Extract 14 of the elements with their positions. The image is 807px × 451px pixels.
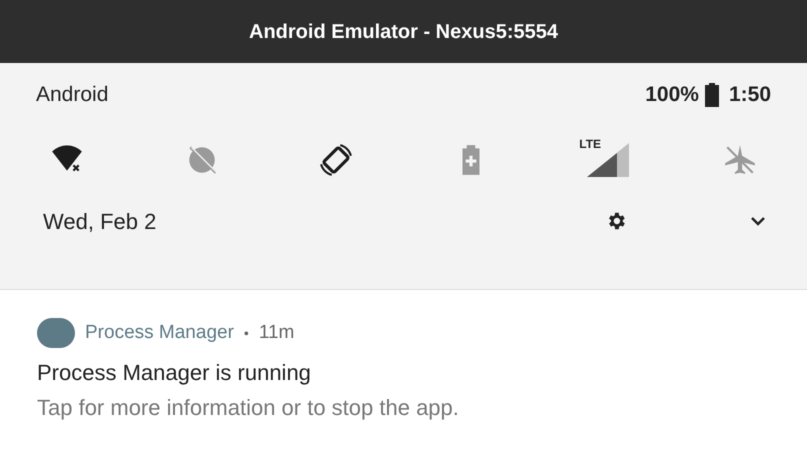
window-title: Android Emulator - Nexus5:5554 [249, 20, 558, 44]
notification-text: Tap for more information or to stop the app. [37, 394, 460, 422]
app-name: Process Manager [85, 320, 234, 345]
separator-dot: • [244, 324, 249, 342]
clock: 1:50 [728, 82, 771, 108]
notification-title: Process Manager is running [37, 359, 312, 387]
chevron-down-icon[interactable] [750, 216, 766, 226]
battery-percent: 100% [645, 82, 699, 108]
battery-icon [704, 83, 719, 107]
rotate-icon[interactable] [319, 143, 354, 177]
date-text: Wed, Feb 2 [43, 208, 156, 236]
notification-age: 11m [258, 320, 294, 345]
carrier-name: Android [36, 82, 108, 108]
app-icon [37, 318, 75, 348]
